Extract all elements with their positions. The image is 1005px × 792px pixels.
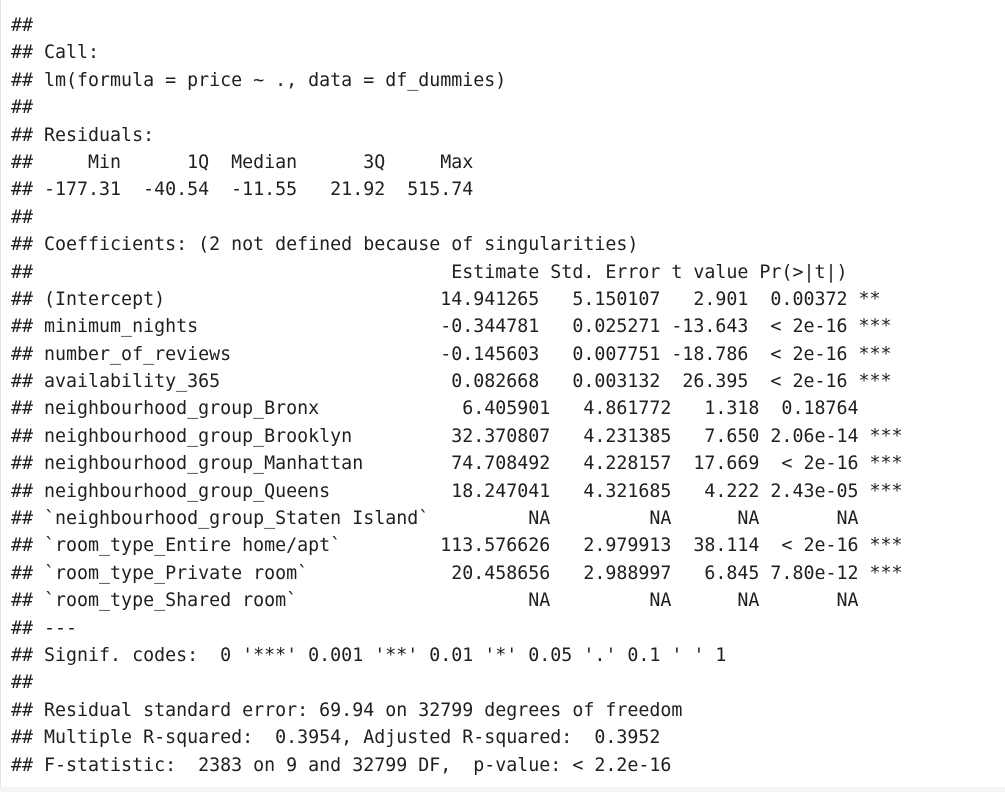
call-formula-line: ## lm(formula = price ~ ., data = df_dum… <box>11 69 507 91</box>
signif-codes-line: ## Signif. codes: 0 '***' 0.001 '**' 0.0… <box>11 644 727 666</box>
r-console-output: ## ## Call: ## lm(formula = price ~ ., dat… <box>0 0 1005 787</box>
coefficient-row: ## availability_365 0.082668 0.003132 26… <box>11 371 892 393</box>
coefficients-header-line: ## Coefficients: (2 not defined because … <box>11 234 639 256</box>
coefficient-row: ## number_of_reviews -0.145603 0.007751 … <box>11 343 892 365</box>
r-squared-line: ## Multiple R-squared: 0.3954, Adjusted … <box>11 727 661 749</box>
coefficient-row: ## neighbourhood_group_Queens 18.247041 … <box>11 480 903 502</box>
output-line: ## <box>11 97 34 119</box>
output-line: ## <box>11 15 34 36</box>
residual-standard-error-line: ## Residual standard error: 69.94 on 327… <box>11 699 683 721</box>
coefficient-row: ## neighbourhood_group_Bronx 6.405901 4.… <box>11 398 859 420</box>
output-line: ## <box>11 672 34 694</box>
coefficient-row: ## (Intercept) 14.941265 5.150107 2.901 … <box>11 288 881 310</box>
residuals-quantile-values: ## -177.31 -40.54 -11.55 21.92 515.74 <box>11 179 474 201</box>
coefficient-row: ## neighbourhood_group_Manhattan 74.7084… <box>11 453 903 475</box>
output-line: ## <box>11 206 34 228</box>
call-header-line: ## Call: <box>11 42 100 64</box>
residuals-header-line: ## Residuals: <box>11 124 155 146</box>
lm-summary-text: ## ## Call: ## lm(formula = price ~ ., dat… <box>1 0 1005 779</box>
residuals-quantile-labels: ## Min 1Q Median 3Q Max <box>11 151 474 173</box>
bottom-scroll-area <box>0 787 1005 792</box>
coefficient-row: ## `room_type_Private room` 20.458656 2.… <box>11 562 903 584</box>
coefficient-row: ## `room_type_Entire home/apt` 113.57662… <box>11 535 903 557</box>
separator-line: ## --- <box>11 617 78 639</box>
coefficient-row: ## minimum_nights -0.344781 0.025271 -13… <box>11 316 892 338</box>
coefficient-row: ## `neighbourhood_group_Staten Island` N… <box>11 508 859 530</box>
coefficient-row: ## neighbourhood_group_Brooklyn 32.37080… <box>11 425 903 447</box>
f-statistic-line: ## F-statistic: 2383 on 9 and 32799 DF, … <box>11 754 672 776</box>
coefficients-column-headers: ## Estimate Std. Error t value Pr(>|t|) <box>11 261 848 283</box>
coefficient-row: ## `room_type_Shared room` NA NA NA NA <box>11 590 859 612</box>
